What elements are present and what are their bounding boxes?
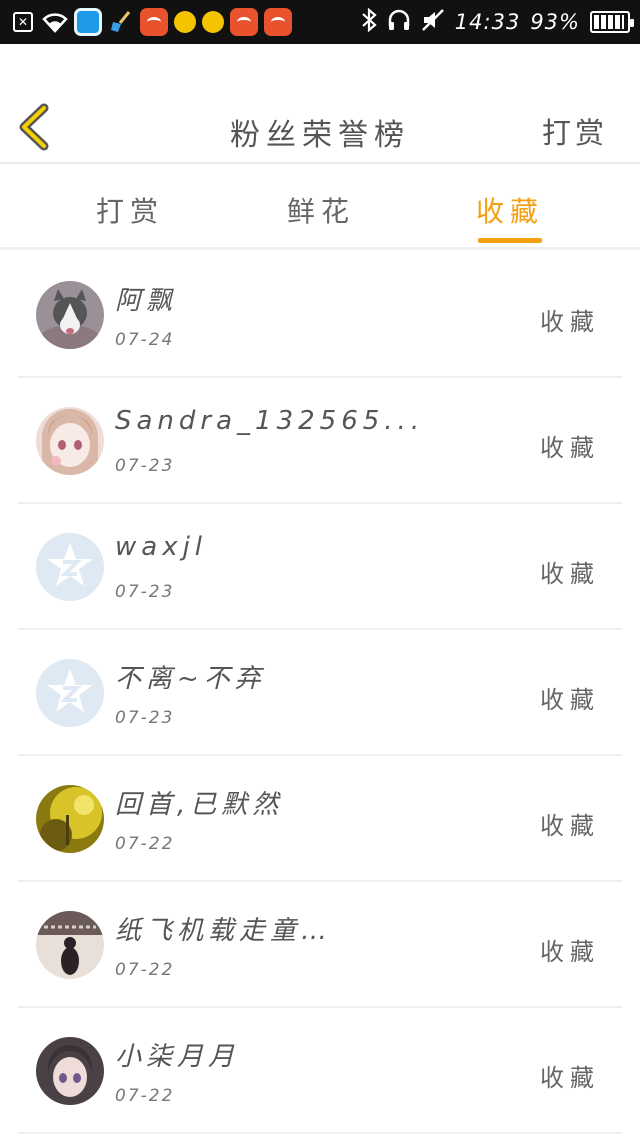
tab-flowers[interactable]: 鲜花 (261, 190, 381, 230)
tab-bar: 打赏 鲜花 收藏 (0, 166, 640, 250)
fan-name: 回首,已默然 (115, 790, 284, 820)
broom-icon (108, 9, 134, 35)
avatar (36, 911, 104, 979)
fan-name: 纸飞机载走童… (115, 916, 333, 946)
headphones-icon (387, 8, 411, 37)
system-indicators: 14:33 93% (361, 7, 634, 37)
header: 粉丝荣誉榜 打赏 (0, 44, 640, 164)
gift-type: 收藏 (540, 812, 600, 840)
battery-percent: 93% (530, 10, 580, 34)
divider (18, 1132, 622, 1134)
battery-icon (590, 11, 634, 33)
fan-name: 阿飘 (115, 286, 178, 316)
fan-date: 07-24 (115, 330, 175, 350)
fan-date: 07-22 (115, 1086, 175, 1106)
wifi-icon (42, 9, 68, 35)
notification-icons: ✕ (10, 8, 292, 36)
bulb-icon (202, 11, 224, 33)
app-icon-red (264, 8, 292, 36)
fan-date: 07-23 (115, 708, 175, 728)
list-item[interactable]: 阿飘 07-24 收藏 (0, 252, 640, 378)
app-icon-red (230, 8, 258, 36)
default-avatar-icon (36, 659, 104, 727)
app-icon-red (140, 8, 168, 36)
avatar (36, 281, 104, 349)
tab-favorites[interactable]: 收藏 (450, 190, 570, 230)
gift-type: 收藏 (540, 1064, 600, 1092)
fan-list: 阿飘 07-24 收藏 Sandra_132565... 07-23 收藏 wa… (0, 252, 640, 1134)
fan-date: 07-23 (115, 456, 175, 476)
gift-type: 收藏 (540, 938, 600, 966)
browser-app-icon (74, 8, 102, 36)
list-item[interactable]: 小柒月月 07-22 收藏 (0, 1008, 640, 1134)
list-item[interactable]: 纸飞机载走童… 07-22 收藏 (0, 882, 640, 1008)
default-avatar-icon (36, 533, 104, 601)
list-item[interactable]: 不离~不弃 07-23 收藏 (0, 630, 640, 756)
tip-button[interactable]: 打赏 (542, 110, 608, 152)
fan-name: waxjl (115, 532, 208, 562)
gift-type: 收藏 (540, 308, 600, 336)
bluetooth-icon (361, 7, 377, 37)
close-notification-icon: ✕ (10, 9, 36, 35)
bulb-icon (174, 11, 196, 33)
fan-date: 07-22 (115, 960, 175, 980)
fan-date: 07-23 (115, 582, 175, 602)
list-item[interactable]: waxjl 07-23 收藏 (0, 504, 640, 630)
gift-type: 收藏 (540, 434, 600, 462)
gift-type: 收藏 (540, 560, 600, 588)
status-bar: ✕ 14:33 93% (0, 0, 640, 44)
mute-icon (421, 8, 445, 37)
fan-date: 07-22 (115, 834, 175, 854)
fan-name: Sandra_132565... (115, 406, 425, 436)
list-item[interactable]: 回首,已默然 07-22 收藏 (0, 756, 640, 882)
avatar (36, 1037, 104, 1105)
gift-type: 收藏 (540, 686, 600, 714)
avatar (36, 407, 104, 475)
fan-name: 小柒月月 (115, 1042, 240, 1072)
clock-time: 14:33 (454, 10, 521, 34)
avatar (36, 785, 104, 853)
tab-tip[interactable]: 打赏 (70, 190, 190, 230)
list-item[interactable]: Sandra_132565... 07-23 收藏 (0, 378, 640, 504)
fan-name: 不离~不弃 (115, 664, 266, 694)
active-tab-indicator (478, 238, 542, 243)
